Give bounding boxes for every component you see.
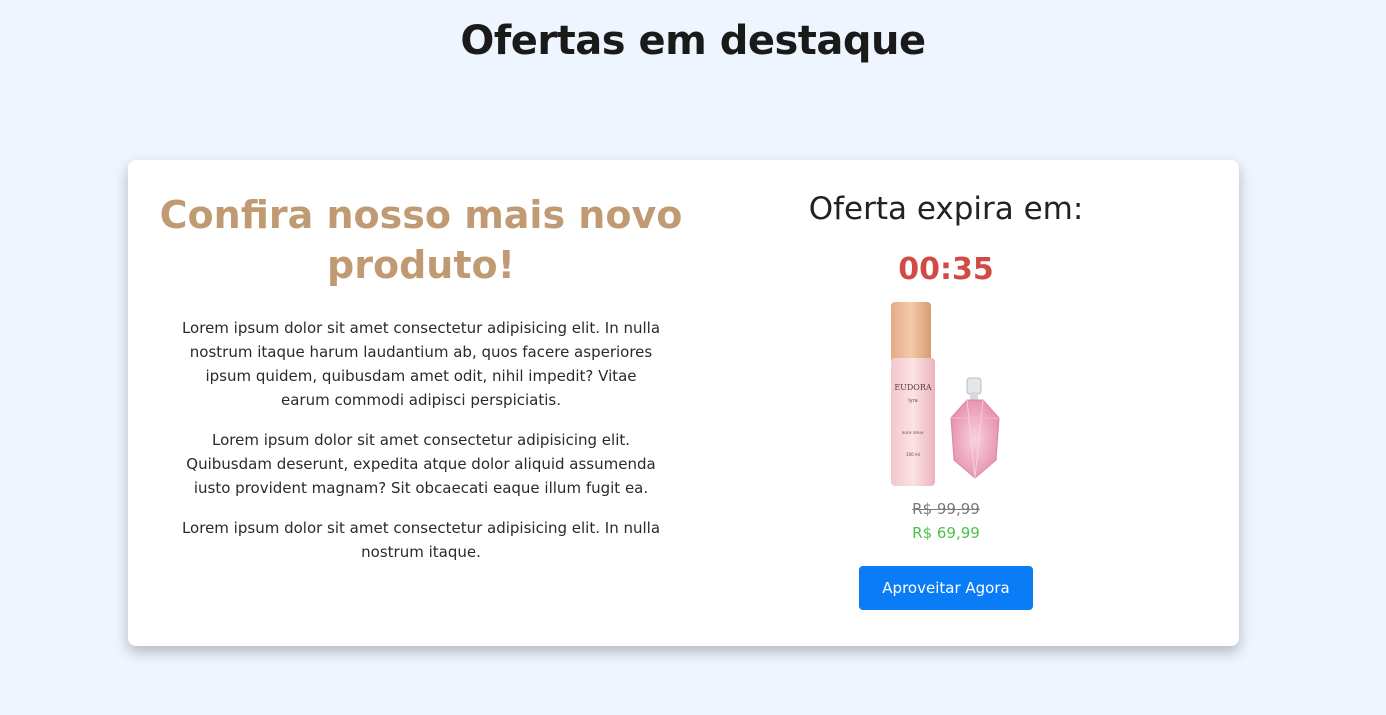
promo-section: Confira nosso mais novo produto! Lorem i… xyxy=(148,190,694,580)
spray-cap xyxy=(891,302,931,362)
product-image: EUDORA lyra BODY SPRAY 100 ml xyxy=(891,302,1000,486)
spray-bottle xyxy=(891,358,935,486)
old-price: R$ 99,99 xyxy=(912,500,980,518)
offer-section: Oferta expira em: 00:35 EUDORA lyra BODY… xyxy=(746,188,1146,610)
aproveitar-agora-button[interactable]: Aproveitar Agora xyxy=(859,566,1033,610)
expire-label: Oferta expira em: xyxy=(808,191,1084,227)
product-sub-label: lyra xyxy=(908,398,917,404)
countdown-timer: 00:35 xyxy=(898,252,994,287)
brand-label: EUDORA xyxy=(894,383,932,392)
promo-paragraph-2: Lorem ipsum dolor sit amet consectetur a… xyxy=(186,431,656,497)
spray-label: BODY SPRAY xyxy=(902,431,925,435)
promo-heading: Confira nosso mais novo produto! xyxy=(159,193,683,287)
page-title: Ofertas em destaque xyxy=(460,18,926,64)
volume-label: 100 ml xyxy=(906,452,920,457)
perfume-bottle xyxy=(950,377,1000,479)
offer-card: Confira nosso mais novo produto! Lorem i… xyxy=(128,160,1239,646)
promo-paragraph-1: Lorem ipsum dolor sit amet consectetur a… xyxy=(181,319,661,409)
new-price: R$ 69,99 xyxy=(912,524,980,542)
promo-paragraph-3: Lorem ipsum dolor sit amet consectetur a… xyxy=(181,519,661,561)
